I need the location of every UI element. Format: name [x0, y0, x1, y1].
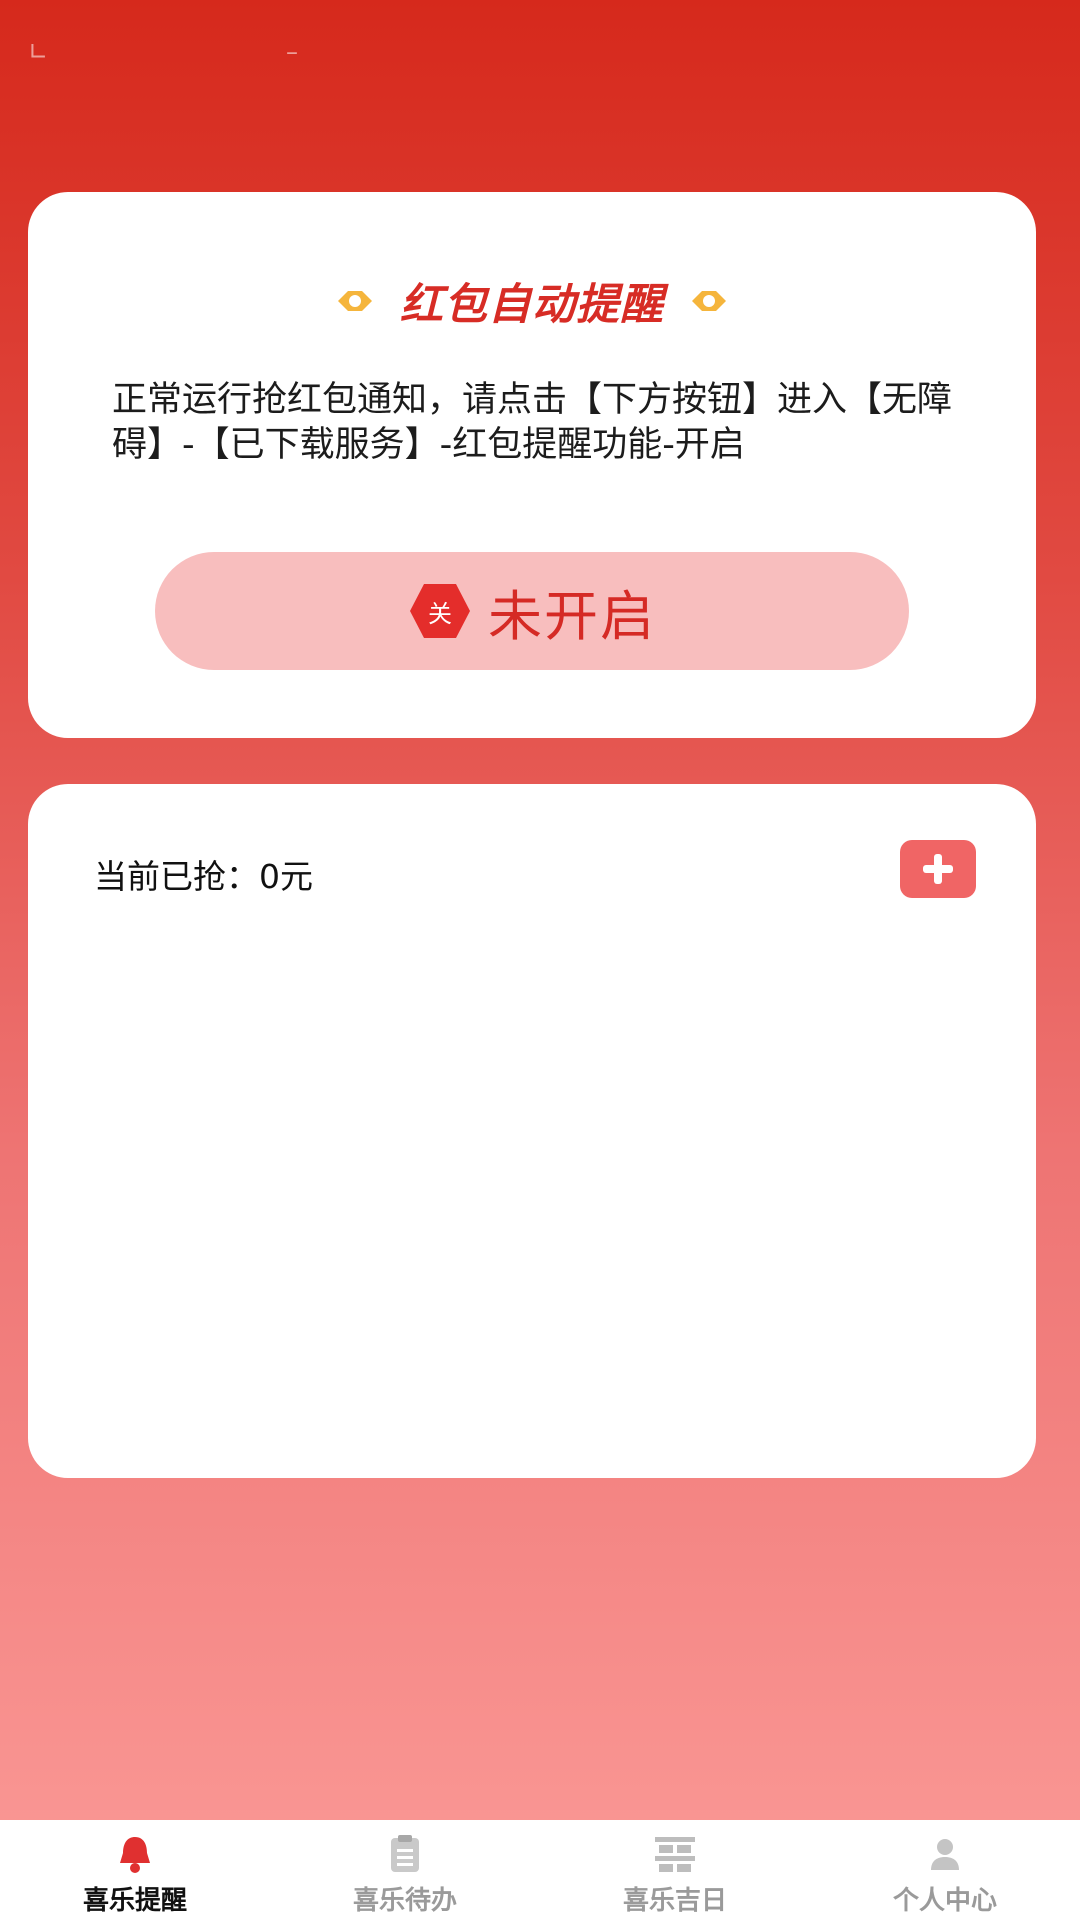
card-title: 红包自动提醒 — [400, 280, 664, 330]
off-badge-text: 关 — [428, 599, 452, 628]
tab-label: 喜乐提醒 — [82, 1886, 187, 1916]
tab-label: 个人中心 — [892, 1886, 997, 1916]
tab-auspicious-days[interactable]: 喜乐吉日 — [540, 1820, 810, 1920]
toggle-status-label: 未开启 — [488, 584, 656, 648]
reminder-card: 红包自动提醒 正常运行抢红包通知，请点击【下方按钮】进入【无障碍】-【已下载服务… — [28, 192, 1036, 738]
ornament-left-icon — [336, 288, 374, 314]
card-title-row: 红包自动提醒 — [28, 270, 1036, 332]
tab-label: 喜乐吉日 — [622, 1886, 727, 1916]
tab-reminder[interactable]: 喜乐提醒 — [0, 1820, 270, 1920]
tab-label: 喜乐待办 — [352, 1886, 457, 1916]
status-left-mark: ∟ — [28, 38, 49, 66]
reminder-toggle-button[interactable]: 关 未开启 — [155, 552, 909, 670]
person-icon — [921, 1832, 969, 1876]
tab-todo[interactable]: 喜乐待办 — [270, 1820, 540, 1920]
double-happiness-icon — [651, 1832, 699, 1876]
bottom-tab-bar: 喜乐提醒 喜乐待办 喜乐吉日 个人中心 — [0, 1820, 1080, 1920]
status-center-mark: – — [286, 38, 298, 66]
tab-profile[interactable]: 个人中心 — [810, 1820, 1080, 1920]
ornament-right-icon — [690, 288, 728, 314]
add-button[interactable] — [900, 840, 976, 898]
stats-card: 当前已抢：0元 — [28, 784, 1036, 1478]
instruction-text: 正常运行抢红包通知，请点击【下方按钮】进入【无障碍】-【已下载服务】-红包提醒功… — [112, 380, 953, 465]
plus-icon — [923, 854, 953, 884]
off-badge-icon: 关 — [408, 582, 472, 640]
status-bar: ∟ – — [0, 0, 1080, 90]
grabbed-amount: 当前已抢：0元 — [94, 857, 313, 896]
bell-icon — [111, 1832, 159, 1876]
clipboard-icon — [381, 1832, 429, 1876]
